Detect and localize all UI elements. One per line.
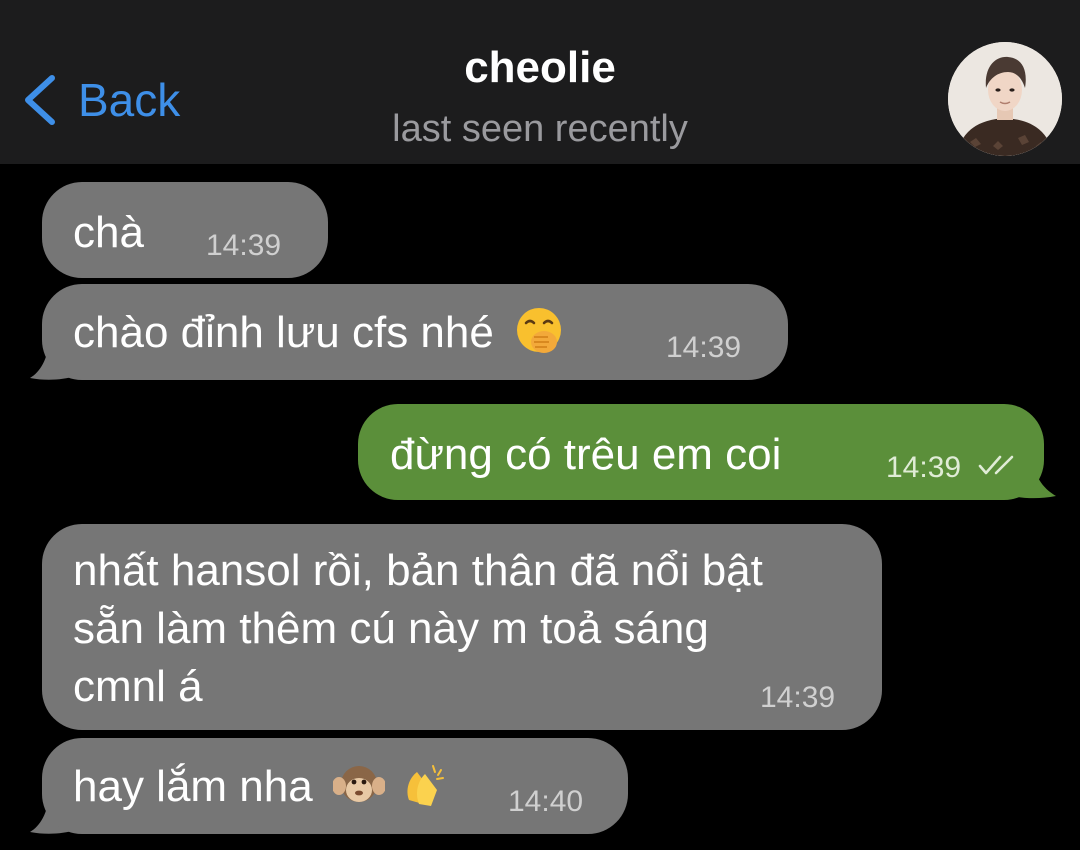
message-time: 14:39 bbox=[206, 229, 282, 262]
clapping-hands-emoji bbox=[407, 765, 445, 807]
message-time: 14:39 bbox=[666, 331, 742, 364]
message-time: 14:40 bbox=[508, 785, 584, 818]
chat-title-area[interactable]: cheolie last seen recently bbox=[290, 40, 790, 154]
message-bubble-incoming[interactable]: hay lắm nha 14:40 bbox=[42, 738, 628, 834]
avatar[interactable] bbox=[948, 42, 1062, 156]
message-text: chào đỉnh lưu cfs nhé bbox=[73, 304, 564, 361]
face-with-hand-over-mouth-emoji bbox=[517, 308, 562, 354]
message-text: chà bbox=[73, 208, 144, 257]
back-button[interactable]: Back bbox=[20, 70, 180, 130]
chat-screen: Back cheolie last seen recently chà 14:3… bbox=[0, 0, 1080, 850]
back-label: Back bbox=[78, 74, 181, 126]
hear-no-evil-monkey-emoji bbox=[332, 766, 385, 803]
avatar-portrait bbox=[948, 42, 1062, 156]
chevron-left-icon bbox=[25, 75, 55, 125]
message-bubble-incoming[interactable]: nhất hansol rồi, bản thân đã nổi bật sẵn… bbox=[42, 524, 882, 730]
message-line: sẵn làm thêm cú này m toả sáng bbox=[73, 604, 709, 653]
chat-status: last seen recently bbox=[392, 108, 688, 150]
message-text-content: chào đỉnh lưu cfs nhé bbox=[73, 308, 494, 357]
chat-title: cheolie bbox=[464, 43, 616, 92]
message-bubble-incoming[interactable]: chào đỉnh lưu cfs nhé 14:39 bbox=[42, 284, 788, 380]
message-bubble-incoming[interactable]: chà 14:39 bbox=[42, 182, 328, 278]
message-time: 14:39 bbox=[886, 451, 962, 484]
message-line: cmnl á bbox=[73, 662, 203, 711]
message-time: 14:39 bbox=[760, 681, 836, 714]
message-bubble-outgoing[interactable]: đừng có trêu em coi 14:39 bbox=[358, 404, 1044, 500]
message-text: hay lắm nha bbox=[73, 758, 449, 815]
message-line: nhất hansol rồi, bản thân đã nổi bật bbox=[73, 546, 763, 595]
double-check-icon bbox=[978, 455, 1014, 475]
message-text-content: hay lắm nha bbox=[73, 762, 313, 811]
message-text: đừng có trêu em coi bbox=[390, 430, 782, 479]
chat-header: Back cheolie last seen recently bbox=[0, 0, 1080, 164]
